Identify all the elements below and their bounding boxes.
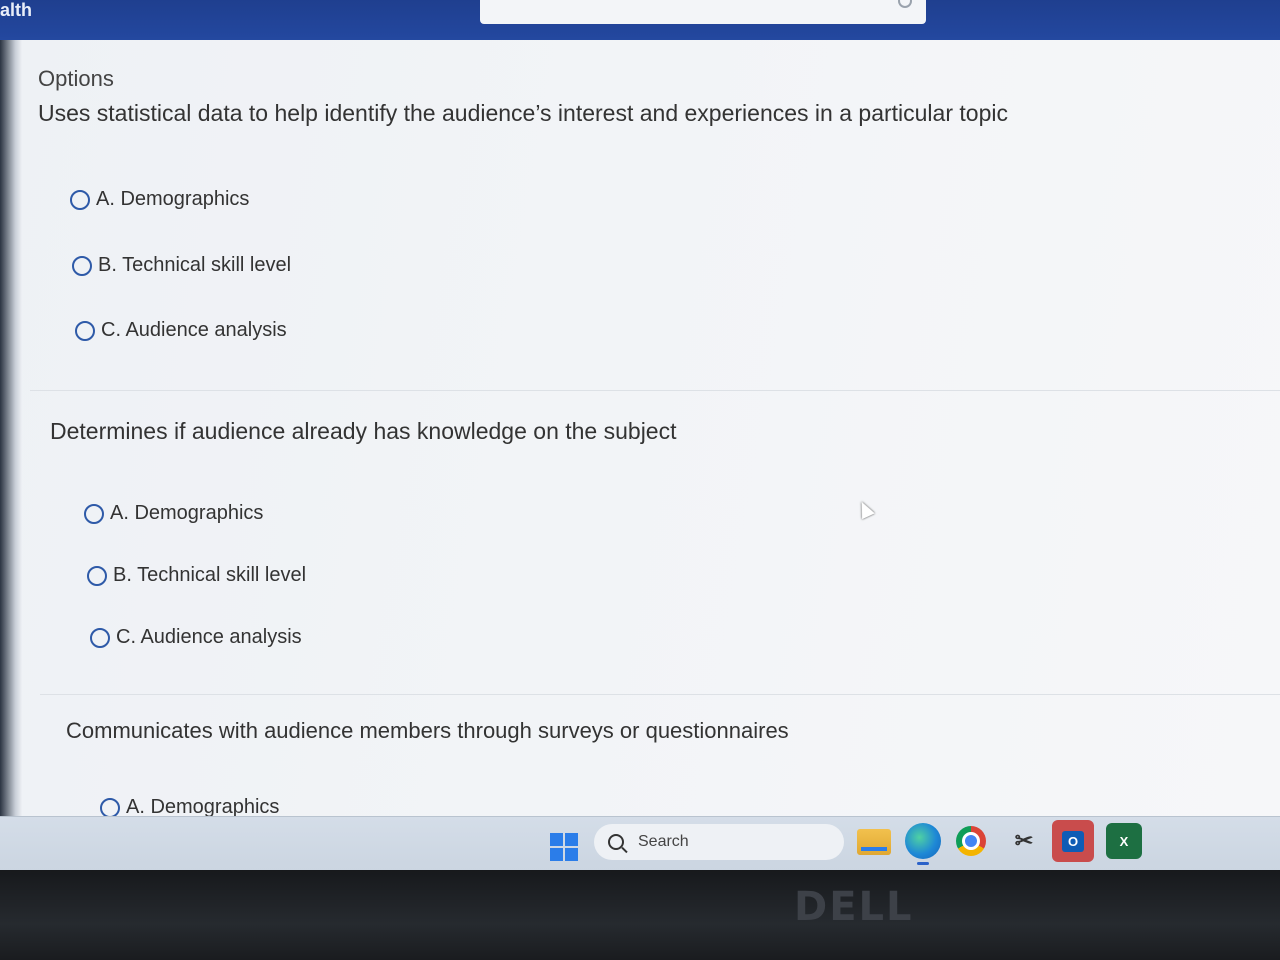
taskbar-search-input[interactable]: Search	[594, 824, 844, 860]
q1-option-c[interactable]: C. Audience analysis	[75, 319, 287, 342]
option-label: A. Demographics	[96, 188, 250, 210]
divider	[40, 694, 1280, 695]
option-label: C. Audience analysis	[116, 626, 302, 648]
question-text: Communicates with audience members throu…	[66, 718, 789, 743]
outlook-letter: O	[1061, 830, 1085, 852]
q2-option-c[interactable]: C. Audience analysis	[90, 626, 302, 649]
radio-button[interactable]	[70, 189, 90, 210]
radio-button[interactable]	[87, 565, 107, 586]
laptop-bezel	[0, 870, 1280, 960]
option-label: A. Demographics	[110, 502, 264, 524]
radio-button[interactable]	[90, 627, 110, 648]
snipping-tool-icon[interactable]: ✂	[1006, 823, 1042, 859]
app-title: alth	[0, 0, 33, 20]
search-icon	[608, 834, 624, 850]
active-indicator	[917, 862, 929, 865]
question-3: Communicates with audience members throu…	[66, 718, 789, 744]
windows-start-icon[interactable]	[550, 833, 578, 861]
window-edge	[0, 40, 22, 816]
q1-option-a[interactable]: A. Demographics	[70, 188, 249, 211]
excel-icon[interactable]: X	[1106, 823, 1142, 859]
q2-option-a[interactable]: A. Demographics	[84, 502, 263, 525]
q2-option-b[interactable]: B. Technical skill level	[87, 564, 306, 587]
options-heading: Options	[38, 66, 114, 91]
divider	[30, 390, 1280, 391]
question-2: Determines if audience already has knowl…	[50, 418, 677, 445]
search-icon	[898, 0, 912, 8]
taskbar-search-placeholder: Search	[638, 833, 689, 850]
radio-button[interactable]	[100, 797, 120, 818]
radio-button[interactable]	[75, 320, 95, 341]
radio-button[interactable]	[84, 503, 104, 524]
outlook-icon[interactable]: O	[1052, 820, 1094, 862]
edge-icon[interactable]	[905, 823, 941, 865]
taskbar: Search ✂ O X	[0, 816, 1280, 871]
header-search-input[interactable]	[480, 0, 926, 24]
question-text: Uses statistical data to help identify t…	[38, 100, 1008, 126]
file-explorer-icon[interactable]	[857, 829, 891, 855]
question-1: Options Uses statistical data to help id…	[38, 66, 1008, 127]
option-label: B. Technical skill level	[98, 254, 292, 276]
question-text: Determines if audience already has knowl…	[50, 418, 677, 444]
quiz-page: Options Uses statistical data to help id…	[0, 40, 1280, 818]
radio-button[interactable]	[72, 255, 92, 276]
option-label: C. Audience analysis	[101, 319, 287, 341]
option-label: B. Technical skill level	[113, 564, 307, 586]
dell-logo: DELL	[794, 884, 914, 930]
excel-letter: X	[1119, 833, 1129, 849]
q1-option-b[interactable]: B. Technical skill level	[72, 254, 291, 277]
chrome-icon[interactable]	[956, 826, 986, 856]
